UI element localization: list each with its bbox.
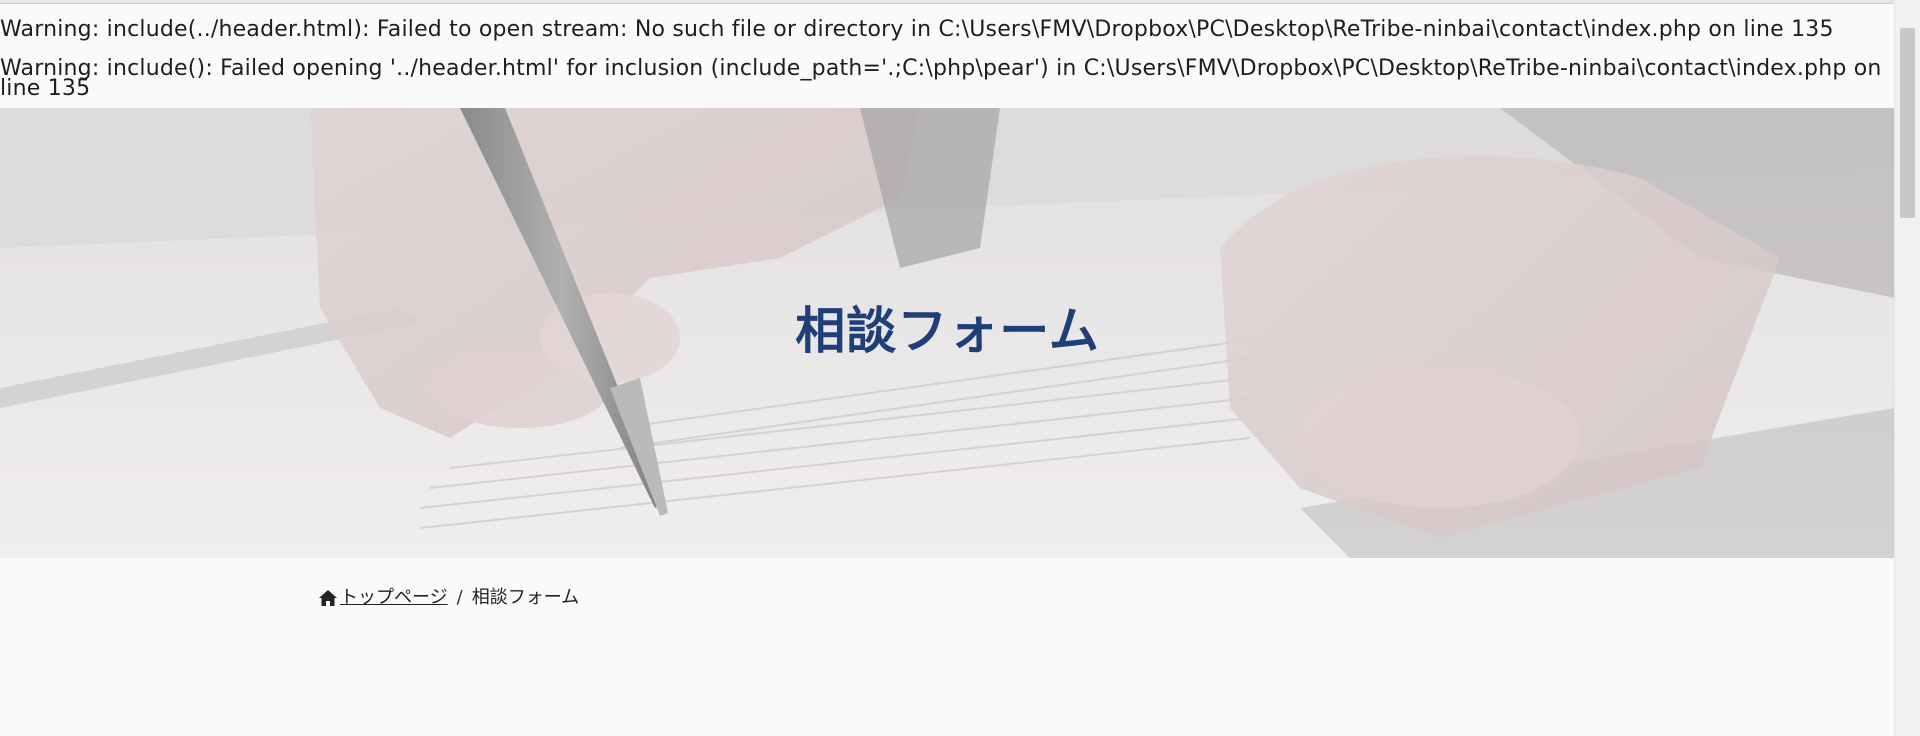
breadcrumb-current: 相談フォーム bbox=[471, 587, 580, 608]
php-warnings: Warning: include(../header.html): Failed… bbox=[0, 18, 1895, 116]
scrollbar[interactable] bbox=[1894, 0, 1920, 736]
breadcrumb: トップページ / 相談フォーム bbox=[318, 585, 579, 611]
hero-banner: 相談フォーム bbox=[0, 108, 1895, 558]
breadcrumb-separator: / bbox=[456, 587, 463, 608]
warning-line-1: Warning: include(../header.html): Failed… bbox=[0, 17, 1834, 42]
scrollbar-thumb[interactable] bbox=[1900, 28, 1915, 218]
breadcrumb-home-link[interactable]: トップページ bbox=[340, 585, 448, 611]
hero-title-wrap: 相談フォーム bbox=[0, 302, 1895, 360]
page-title: 相談フォーム bbox=[793, 302, 1102, 360]
top-border bbox=[0, 0, 1895, 4]
home-icon[interactable] bbox=[318, 588, 338, 608]
page: Warning: include(../header.html): Failed… bbox=[0, 0, 1895, 736]
warning-line-2: Warning: include(): Failed opening '../h… bbox=[0, 56, 1882, 101]
